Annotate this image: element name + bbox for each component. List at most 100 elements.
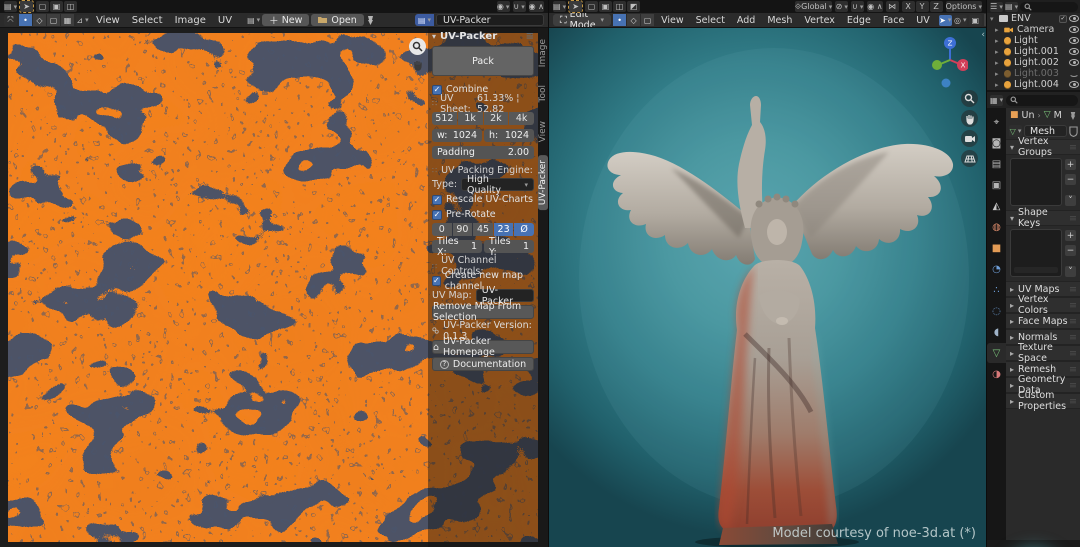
breadcrumb-data[interactable]: M [1054,110,1062,121]
box-select-icon[interactable]: ▢ [36,1,49,12]
falloff-icon[interactable]: ◉ ∧ [529,1,544,12]
axis-lock-z-button[interactable]: Z [930,1,943,12]
filter-icon[interactable]: ☰ [990,2,1003,12]
menu-add[interactable]: Add [732,13,760,28]
outliner-row-light[interactable]: ▸ Light.002 [987,57,1080,68]
menu-view[interactable]: View [91,13,125,28]
type-dropdown[interactable]: High Quality [461,178,534,191]
gizmo-z-label[interactable]: Z [948,40,953,48]
rescale-checkbox-row[interactable]: Rescale UV-Charts [432,193,534,206]
tab-image[interactable]: Image [538,34,548,72]
breadcrumb-object[interactable]: Un [1022,110,1035,121]
overlays-icon[interactable]: ▣ [969,15,982,26]
rescale-checkbox[interactable] [432,195,442,205]
outliner-row-light[interactable]: ▸ Light.001 [987,46,1080,57]
tiles-x-field[interactable]: Tiles X: 1 [432,240,482,253]
box-select-sub-icon[interactable]: ◫ [613,1,626,12]
menu-vertex[interactable]: Vertex [799,13,840,28]
proportional-editing-icon[interactable]: ◉ [497,1,510,12]
panel-custom-properties[interactable]: Custom Properties [1006,393,1080,409]
outliner-row-light[interactable]: ▸ Light [987,35,1080,46]
options-button[interactable]: Options [946,1,982,12]
pin-icon[interactable] [366,15,375,26]
pack-button[interactable]: Pack [432,46,534,76]
tab-constraints[interactable]: ◖ [987,322,1006,342]
axis-lock-x-button[interactable]: X [902,1,915,12]
box-select-extend-icon[interactable]: ◫ [64,1,77,12]
menu-face[interactable]: Face [878,13,909,28]
tab-scene[interactable]: ◭ [987,196,1006,216]
documentation-button[interactable]: ? Documentation [432,357,534,371]
vertex-groups-listbox[interactable] [1010,158,1062,206]
tab-world[interactable]: ◍ [987,217,1006,237]
create-channel-checkbox[interactable] [432,276,441,286]
outliner-search[interactable] [1020,2,1078,12]
orientation-dropdown[interactable]: ⟐ Global [795,1,832,12]
uv-select-vertex-button[interactable]: • [19,14,32,26]
prerotate-checkbox[interactable] [432,210,442,220]
tab-modifiers[interactable]: ◔ [987,259,1006,279]
homepage-button[interactable]: ⌂ UV-Packer Homepage [432,340,534,354]
outliner-row-collection[interactable]: ▾ ENV [987,13,1080,24]
eye-closed-icon[interactable] [1069,70,1079,77]
image-datablock-name[interactable]: UV-Packer [436,14,544,26]
uv-select-island-button[interactable]: ▦ [61,14,74,26]
snap-magnet-icon[interactable]: ∪ [513,1,526,12]
size-2k-button[interactable]: 2k [484,112,509,125]
padding-field[interactable]: Padding 2.00 [432,146,534,159]
uv-select-face-button[interactable]: ▢ [47,14,60,26]
prerotate-checkbox-row[interactable]: Pre-Rotate [432,208,534,221]
new-image-button[interactable]: ＋ New [262,14,309,26]
image-datablock-icon[interactable]: ▤ [415,14,434,26]
tab-particles[interactable]: ∴ [987,280,1006,300]
tweak-icon[interactable]: ⤧ [4,15,17,26]
menu-edge[interactable]: Edge [842,13,876,28]
open-image-button[interactable]: Open [311,14,363,26]
box-select-icon[interactable]: ▢ [585,1,598,12]
properties-search[interactable] [1006,95,1078,106]
menu-select[interactable]: Select [127,13,168,28]
tab-render[interactable]: ◙ [987,133,1006,153]
width-field[interactable]: w: 1024 [432,129,482,142]
sidebar-collapse-arrow[interactable]: ‹ [981,30,985,40]
panel-texture-space[interactable]: Texture Space [1006,345,1080,361]
height-field[interactable]: h: 1024 [484,129,534,142]
tab-material[interactable]: ◑ [987,364,1006,384]
menu-view[interactable]: View [656,13,689,28]
viewport-perspective-gizmo[interactable] [961,150,978,167]
size-1k-button[interactable]: 1k [458,112,483,125]
rotation-0-button[interactable]: 0 [432,223,452,236]
tab-output[interactable]: ▤ [987,154,1006,174]
box-select-new-icon[interactable]: ▣ [50,1,63,12]
rotation-free-button[interactable]: Ø [514,223,534,236]
falloff-icon[interactable]: ◉ ∧ [867,1,882,12]
panel-face-maps[interactable]: Face Maps [1006,313,1080,329]
add-vertex-group-button[interactable]: + [1064,158,1077,171]
shape-key-specials-button[interactable]: ˅ [1064,265,1077,278]
eye-icon[interactable] [1069,37,1079,44]
uv-zoom-gizmo[interactable] [409,38,426,55]
eye-icon[interactable] [1069,15,1079,22]
box-select-new-icon[interactable]: ▣ [599,1,612,12]
image-browse-icon[interactable]: ▤ [247,15,260,26]
eye-icon[interactable] [1069,26,1079,33]
size-512-button[interactable]: 512 [432,112,457,125]
menu-image[interactable]: Image [170,13,211,28]
tiles-y-field[interactable]: Tiles Y: 1 [484,240,534,253]
cursor-tool-icon[interactable]: ➤ [20,1,33,12]
eye-icon[interactable] [1069,81,1079,88]
outliner-row-light[interactable]: ▸ Light.004 [987,79,1080,90]
snap-magnet-icon[interactable]: ∪ [851,1,864,12]
panel-shape-keys[interactable]: Shape Keys [1006,210,1080,226]
outliner-row-camera[interactable]: ▸ Camera [987,24,1080,35]
rotation-90-button[interactable]: 90 [453,223,473,236]
tab-uvpacker[interactable]: UV-Packer [538,155,548,210]
panel-vertex-groups[interactable]: Vertex Groups [1006,139,1080,155]
uvpacker-panel-header[interactable]: UV-Packer [432,30,534,43]
remove-shape-key-button[interactable]: − [1064,244,1077,257]
menu-select[interactable]: Select [691,13,730,28]
tab-view-layer[interactable]: ▣ [987,175,1006,195]
face-mode-button[interactable]: ▢ [641,14,654,26]
size-4k-button[interactable]: 4k [509,112,534,125]
eye-icon[interactable] [1069,59,1079,66]
